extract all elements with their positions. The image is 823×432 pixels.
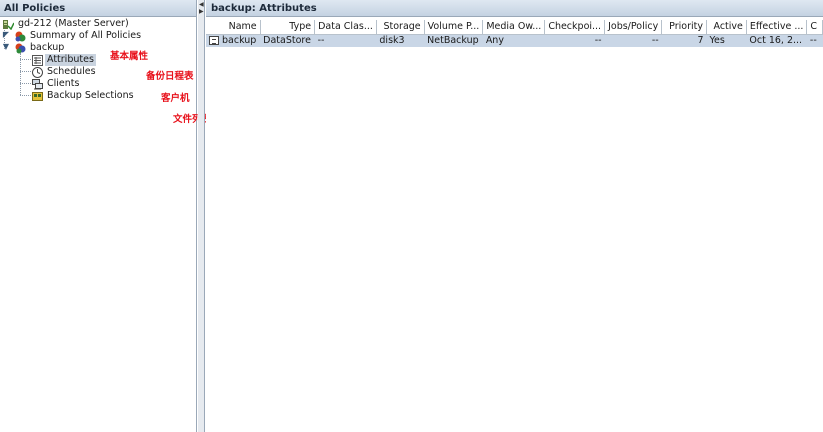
tree-line — [20, 71, 31, 72]
policy-tree-pane: All Policies gd-212 (Master Server) ◤ Su… — [0, 0, 211, 432]
tree-label-policy: backup — [30, 42, 65, 53]
pane-splitter[interactable]: ◀ ▶ — [198, 0, 205, 432]
tree-line — [20, 59, 31, 60]
tree-line — [20, 83, 31, 84]
policy-tree: gd-212 (Master Server) ◤ Summary of All … — [0, 18, 211, 432]
column-header[interactable]: Data Clas... — [314, 20, 377, 35]
table-header-row: Name Type Data Clas... Storage Volume P.… — [206, 20, 823, 35]
cell-type: DataStore — [260, 34, 315, 47]
tree-node-schedules[interactable]: Schedules — [32, 66, 98, 78]
tree-label-backup-selections: Backup Selections — [47, 90, 134, 101]
tree-node-server[interactable]: gd-212 (Master Server) — [3, 18, 131, 30]
attributes-pane: backup: Attributes Name Type Data Clas..… — [206, 0, 823, 432]
column-header[interactable]: Name — [206, 20, 261, 35]
tree-node-backup-selections[interactable]: Backup Selections — [32, 90, 136, 102]
tree-label-schedules: Schedules — [47, 66, 96, 77]
tree-label-server: gd-212 (Master Server) — [18, 18, 129, 29]
cell-effective: Oct 16, 2... — [746, 34, 807, 47]
column-header[interactable]: Storage — [376, 20, 425, 35]
tree-label-clients: Clients — [47, 78, 80, 89]
policy-row-icon — [209, 36, 219, 46]
table-row[interactable]: backup DataStore -- disk3 NetBackup Any … — [206, 34, 823, 47]
tree-label-attributes: Attributes — [45, 54, 96, 66]
tree-node-clients[interactable]: Clients — [32, 78, 81, 90]
annotation-clients: 客户机 — [161, 93, 190, 104]
schedules-icon — [32, 66, 43, 78]
left-pane-header: All Policies — [0, 0, 196, 17]
attributes-table: Name Type Data Clas... Storage Volume P.… — [206, 20, 823, 47]
cell-priority: 7 — [661, 34, 707, 47]
cell-name: backup — [206, 34, 261, 47]
column-header[interactable]: Type — [260, 20, 316, 35]
collapse-policy-icon[interactable]: ▼ — [2, 42, 10, 51]
tree-line — [20, 95, 31, 96]
column-header[interactable]: C — [806, 20, 823, 35]
splitter-right-arrow-icon[interactable]: ▶ — [199, 9, 204, 15]
expand-summary-icon[interactable]: ◤ — [2, 30, 10, 39]
column-header[interactable]: Priority — [661, 20, 707, 35]
tree-node-summary[interactable]: Summary of All Policies — [15, 30, 143, 42]
right-pane-header: backup: Attributes — [206, 0, 823, 17]
column-header[interactable]: Checkpoi... — [544, 20, 606, 35]
cell-c: -- — [806, 34, 823, 47]
column-header[interactable]: Effective ... — [746, 20, 808, 35]
column-header[interactable]: Active — [706, 20, 747, 35]
cell-name-text: backup — [222, 35, 257, 47]
cell-storage: disk3 — [376, 34, 425, 47]
column-header[interactable]: Jobs/Policy — [604, 20, 663, 35]
backup-selections-icon — [32, 91, 43, 102]
column-header[interactable]: Media Ow... — [482, 20, 546, 35]
tree-node-attributes[interactable]: Attributes — [32, 54, 96, 66]
cell-jobs-policy: -- — [604, 34, 662, 47]
annotation-attributes: 基本属性 — [110, 51, 149, 62]
tree-label-summary: Summary of All Policies — [30, 30, 142, 41]
cell-volume-pool: NetBackup — [424, 34, 483, 47]
server-icon — [3, 19, 15, 30]
policy-icon — [15, 43, 26, 54]
cell-active: Yes — [706, 34, 747, 47]
column-header[interactable]: Volume P... — [424, 20, 484, 35]
annotation-schedules: 备份日程表 — [146, 71, 194, 82]
summary-icon — [15, 31, 26, 42]
clients-icon — [32, 78, 43, 90]
cell-media-owner: Any — [482, 34, 545, 47]
cell-data-class: -- — [314, 34, 377, 47]
cell-checkpoint: -- — [544, 34, 605, 47]
attributes-icon — [32, 54, 43, 66]
tree-node-policy-backup[interactable]: backup — [15, 42, 66, 54]
